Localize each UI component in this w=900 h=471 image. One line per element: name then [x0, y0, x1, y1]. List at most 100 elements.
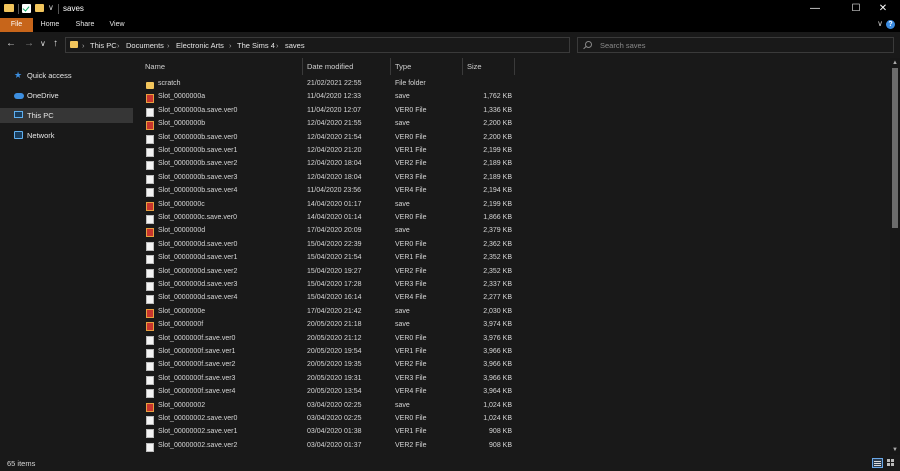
file-row[interactable]: Slot_00000002 03/04/2020 02:25 save 1,024 K… [133, 401, 890, 414]
search-box[interactable] [577, 37, 894, 53]
file-row[interactable]: Slot_00000002.save.ver2 03/04/2020 01:37 V… [133, 441, 890, 454]
large-icons-view-button[interactable] [886, 458, 896, 468]
file-row[interactable]: Slot_0000000d 17/04/2020 20:09 save 2,379 K… [133, 226, 890, 239]
file-row[interactable]: Slot_0000000d.save.ver4 15/04/2020 16:14 V… [133, 293, 890, 306]
properties-icon[interactable] [22, 4, 31, 13]
file-size: 2,189 KB [483, 173, 512, 181]
details-view-button[interactable] [872, 458, 883, 468]
sidebar-item-network[interactable]: Network [0, 128, 133, 143]
file-size: 908 KB [489, 428, 512, 436]
ribbon: File Home Share View ∨ ? [0, 18, 900, 32]
file-row[interactable]: scratch 21/02/2021 22:55 File folder [133, 79, 890, 92]
sidebar-item-this-pc[interactable]: This PC [0, 108, 133, 123]
breadcrumb-electronic-arts[interactable]: Electronic Arts [176, 41, 224, 50]
sidebar-item-onedrive[interactable]: OneDrive [0, 88, 133, 103]
file-icon [146, 389, 154, 399]
breadcrumb-documents[interactable]: Documents [126, 41, 164, 50]
file-type: VER3 File [395, 281, 427, 288]
scroll-down-button[interactable]: ▼ [891, 446, 899, 454]
breadcrumb-separator[interactable]: › [167, 41, 170, 50]
breadcrumb-separator[interactable]: › [276, 41, 279, 50]
expand-ribbon-icon[interactable]: ∨ [877, 19, 883, 28]
file-row[interactable]: Slot_0000000f.save.ver0 20/05/2020 21:12 V… [133, 334, 890, 347]
file-icon [146, 215, 154, 224]
file-row[interactable]: Slot_0000000f.save.ver3 20/05/2020 19:31 V… [133, 374, 890, 387]
file-row[interactable]: Slot_0000000a.save.ver0 11/04/2020 12:07 V… [133, 106, 890, 119]
file-name: Slot_0000000f.save.ver1 [158, 348, 236, 355]
file-row[interactable]: Slot_0000000f.save.ver1 20/05/2020 19:54 V… [133, 347, 890, 360]
new-folder-icon[interactable] [35, 4, 44, 12]
file-row[interactable]: Slot_0000000f.save.ver2 20/05/2020 19:35 V… [133, 360, 890, 373]
file-name: Slot_0000000b.save.ver2 [158, 160, 238, 168]
breadcrumb-this-pc[interactable]: This PC [90, 41, 117, 50]
file-icon [146, 161, 154, 171]
file-date-modified: 20/05/2020 13:54 [307, 388, 362, 396]
star-icon: ★ [14, 70, 23, 80]
file-row[interactable]: Slot_0000000b.save.ver3 12/04/2020 18:04 V… [133, 173, 890, 186]
tab-file[interactable]: File [0, 18, 33, 32]
file-row[interactable]: Slot_0000000f.save.ver4 20/05/2020 13:54 V… [133, 387, 890, 400]
file-row[interactable]: Slot_0000000e 17/04/2020 21:42 save 2,030 K… [133, 307, 890, 320]
file-size: 2,362 KB [483, 240, 512, 248]
file-row[interactable]: Slot_0000000d.save.ver2 15/04/2020 19:27 V… [133, 267, 890, 280]
file-row[interactable]: Slot_00000002.save.ver0 03/04/2020 02:25 V… [133, 414, 890, 427]
address-bar[interactable]: › This PC › Documents › Electronic Arts … [65, 37, 628, 53]
file-row[interactable]: Slot_00000002.save.ver1 03/04/2020 01:38 V… [133, 427, 890, 440]
file-date-modified: 20/05/2020 19:31 [307, 374, 362, 382]
column-header-date-modified[interactable]: Date modified [303, 58, 391, 75]
file-icon [146, 349, 154, 358]
file-row[interactable]: Slot_0000000b 12/04/2020 21:55 save 2,200 K… [133, 119, 890, 132]
sidebar-item-quick-access[interactable]: ★ Quick access [0, 68, 133, 83]
file-name: Slot_00000002.save.ver1 [158, 428, 238, 436]
help-icon[interactable]: ? [886, 20, 895, 29]
breadcrumb-the-sims-4[interactable]: The Sims 4 [237, 41, 275, 50]
file-row[interactable]: Slot_0000000d.save.ver0 15/04/2020 22:39 V… [133, 240, 890, 253]
file-type: VER0 File [395, 133, 427, 141]
file-row[interactable]: Slot_0000000d.save.ver3 15/04/2020 17:28 V… [133, 280, 890, 293]
file-icon [146, 375, 154, 385]
tab-share[interactable]: Share [70, 18, 100, 32]
scroll-up-button[interactable]: ▲ [891, 59, 899, 67]
file-type: File folder [395, 80, 426, 87]
vertical-scrollbar[interactable]: ▲ ▼ [890, 58, 900, 455]
column-header-size[interactable]: Size [463, 58, 515, 75]
file-row[interactable]: Slot_0000000c.save.ver0 14/04/2020 01:14 V… [133, 213, 890, 226]
file-row[interactable]: Slot_0000000f 20/05/2020 21:18 save 3,974 K… [133, 320, 890, 333]
back-button[interactable]: ← [6, 39, 16, 49]
folder-icon [70, 41, 78, 48]
file-size: 3,966 KB [483, 374, 512, 382]
close-button[interactable]: ✕ [866, 0, 900, 18]
file-date-modified: 12/04/2020 18:04 [307, 160, 362, 168]
breadcrumb-separator[interactable]: › [117, 41, 120, 50]
file-size: 3,966 KB [483, 361, 512, 369]
file-row[interactable]: Slot_0000000a 11/04/2020 12:33 save 1,762 K… [133, 92, 890, 105]
quick-access-toolbar-dropdown[interactable]: ∨ [48, 3, 54, 12]
breadcrumb-separator[interactable]: › [229, 41, 232, 50]
minimize-button[interactable]: — [798, 0, 832, 18]
tab-view[interactable]: View [104, 18, 130, 32]
file-icon [146, 255, 154, 265]
recent-locations-button[interactable]: ∨ [40, 39, 46, 49]
file-row[interactable]: Slot_0000000d.save.ver1 15/04/2020 21:54 V… [133, 253, 890, 266]
search-input[interactable] [600, 40, 880, 51]
scroll-thumb[interactable] [892, 68, 898, 228]
file-row[interactable]: Slot_0000000b.save.ver2 12/04/2020 18:04 V… [133, 159, 890, 172]
tab-home[interactable]: Home [36, 18, 64, 32]
file-date-modified: 12/04/2020 21:54 [307, 133, 362, 141]
breadcrumb-saves[interactable]: saves [285, 41, 305, 50]
file-row[interactable]: Slot_0000000b.save.ver4 11/04/2020 23:56 V… [133, 186, 890, 199]
column-header-name[interactable]: Name [141, 58, 303, 75]
file-size: 2,352 KB [483, 267, 512, 275]
file-row[interactable]: Slot_0000000b.save.ver1 12/04/2020 21:20 V… [133, 146, 890, 159]
breadcrumb-separator[interactable]: › [82, 41, 85, 50]
save-file-icon [146, 402, 154, 412]
up-button[interactable]: ↑ [53, 39, 58, 49]
file-row[interactable]: Slot_0000000b.save.ver0 12/04/2020 21:54 V… [133, 133, 890, 146]
column-header-type[interactable]: Type [391, 58, 463, 75]
file-type: VER4 File [395, 388, 427, 396]
file-date-modified: 11/04/2020 23:56 [307, 187, 361, 195]
forward-button[interactable]: → [24, 39, 34, 49]
file-row[interactable]: Slot_0000000c 14/04/2020 01:17 save 2,199 K… [133, 200, 890, 213]
file-size: 1,336 KB [483, 106, 512, 114]
file-name: Slot_0000000b.save.ver3 [158, 173, 238, 181]
